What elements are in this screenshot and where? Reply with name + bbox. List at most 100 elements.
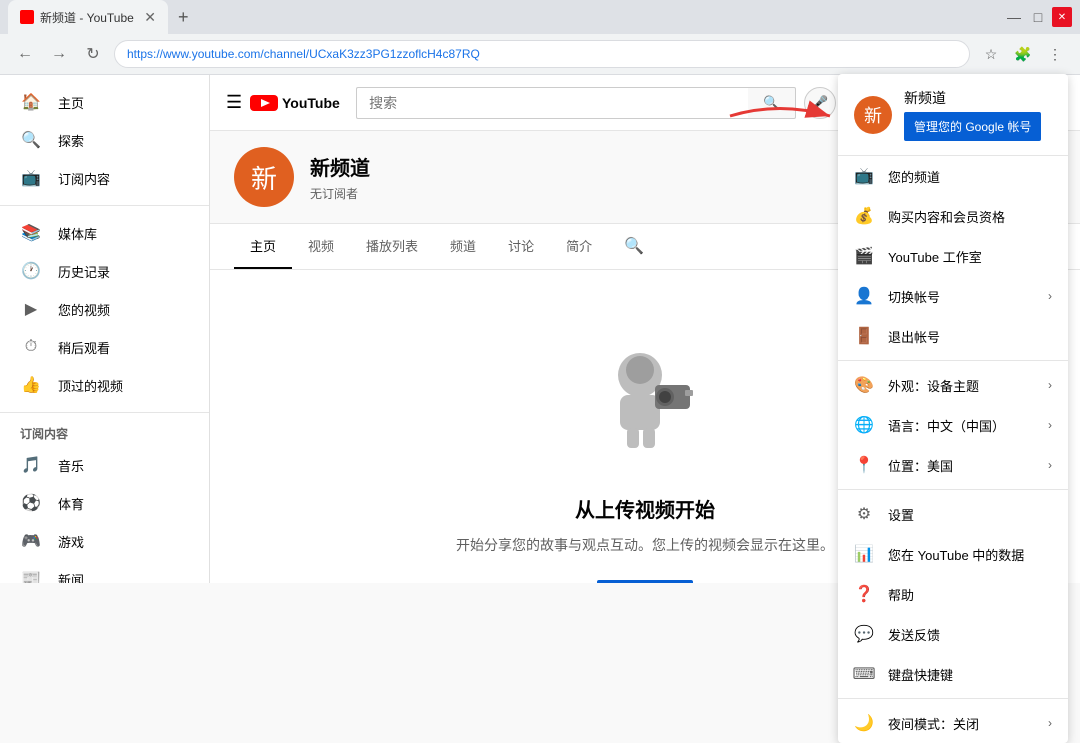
dropdown-item-label: 退出帐号 [888,327,940,346]
channel-tab-home[interactable]: 主页 [234,224,292,269]
sidebar-item-label: 体育 [58,494,84,513]
dropdown-item-purchases[interactable]: 💰 购买内容和会员资格 [838,196,1068,236]
dropdown-item-your-channel[interactable]: 📺 您的频道 [838,156,1068,196]
settings-icon[interactable]: ⋮ [1042,41,1068,67]
dropdown-item-data[interactable]: 📊 您在 YouTube 中的数据 [838,534,1068,574]
channel-name: 新频道 [310,152,370,181]
channel-tab-search[interactable]: 🔍 [608,224,660,269]
dropdown-item-keyboard[interactable]: ⌨ 键盘快捷键 [838,654,1068,694]
channel-icon: 📺 [854,166,874,186]
search-button[interactable]: 🔍 [748,87,796,119]
dropdown-item-settings[interactable]: ⚙ 设置 [838,494,1068,534]
active-tab[interactable]: 新频道 - YouTube ✕ [8,0,168,34]
dropdown-item-switch-account[interactable]: 👤 切换帐号 › [838,276,1068,316]
search-icon: 🔍 [763,95,780,111]
history-icon: 🕐 [20,260,42,282]
news-icon: 📰 [20,568,42,583]
menu-icon[interactable]: ☰ [226,92,242,113]
svg-text:YouTube: YouTube [282,95,340,111]
address-bar[interactable]: https://www.youtube.com/channel/UCxaK3zz… [114,40,970,68]
dropdown-item-language[interactable]: 🌐 语言：中文（中国） › [838,405,1068,445]
dropdown-item-label: 设置 [888,505,914,524]
dropdown-channel-info: 新频道 管理您的 Google 帐号 [904,88,1041,141]
chevron-right-icon: › [1048,716,1052,730]
sidebar-item-music[interactable]: 🎵 音乐 [0,446,209,484]
refresh-button[interactable]: ↻ [80,41,106,67]
dropdown-item-help[interactable]: ❓ 帮助 [838,574,1068,614]
mic-button[interactable]: 🎤 [804,87,836,119]
new-tab-button[interactable]: + [172,7,195,28]
forward-button[interactable]: → [46,41,72,67]
dropdown-item-dark-mode[interactable]: 🌙 夜间模式：关闭 › [838,703,1068,743]
chevron-right-icon: › [1048,289,1052,303]
sidebar-item-label: 探索 [58,131,84,150]
channel-details: 新频道 无订阅者 [310,152,370,202]
dropdown-divider-2 [838,489,1068,490]
dropdown-item-sign-out[interactable]: 🚪 退出帐号 [838,316,1068,356]
dropdown-item-label: 购买内容和会员资格 [888,207,1005,226]
home-icon: 🏠 [20,91,42,113]
empty-state-description: 开始分享您的故事与观点互动。您上传的视频会显示在这里。 [456,535,834,556]
dropdown-item-label: 位置：美国 [888,456,953,475]
tab-bar: 新频道 - YouTube ✕ + — □ ✕ [0,0,1080,34]
switch-account-icon: 👤 [854,286,874,306]
purchases-icon: 💰 [854,206,874,226]
dropdown-channel-name: 新频道 [904,88,1041,108]
sidebar-item-gaming[interactable]: 🎮 游戏 [0,522,209,560]
dropdown-item-location[interactable]: 📍 位置：美国 › [838,445,1068,485]
back-button[interactable]: ← [12,41,38,67]
minimize-button[interactable]: — [1004,7,1024,27]
sidebar-item-label: 稍后观看 [58,338,110,357]
channel-tab-about[interactable]: 简介 [550,224,608,269]
dropdown-item-label: 夜间模式：关闭 [888,714,979,733]
maximize-button[interactable]: □ [1028,7,1048,27]
sidebar-item-liked[interactable]: 👍 顶过的视频 [0,366,209,404]
subscriptions-icon: 📺 [20,167,42,189]
browser-icons: ☆ 🧩 ⋮ [978,41,1068,67]
help-icon: ❓ [854,584,874,604]
sidebar-section-main: 🏠 主页 🔍 探索 📺 订阅内容 [0,83,209,206]
dropdown-avatar: 新 [854,96,892,134]
dropdown-item-appearance[interactable]: 🎨 外观：设备主题 › [838,365,1068,405]
channel-tab-playlists[interactable]: 播放列表 [350,224,434,269]
sidebar-item-subscriptions[interactable]: 📺 订阅内容 [0,159,209,197]
dropdown-item-label: 键盘快捷键 [888,665,953,684]
sidebar-item-library[interactable]: 📚 媒体库 [0,214,209,252]
bookmark-icon[interactable]: ☆ [978,41,1004,67]
data-icon: 📊 [854,544,874,564]
dropdown-item-label: 您在 YouTube 中的数据 [888,545,1024,564]
sidebar: 🏠 主页 🔍 探索 📺 订阅内容 📚 媒体库 🕐 历史记录 [0,75,210,583]
channel-tab-videos[interactable]: 视频 [292,224,350,269]
sidebar-item-sports[interactable]: ⚽ 体育 [0,484,209,522]
sidebar-item-news[interactable]: 📰 新闻 [0,560,209,583]
sidebar-item-your-videos[interactable]: ▶ 您的视频 [0,290,209,328]
dropdown-divider [838,360,1068,361]
dropdown-item-feedback[interactable]: 💬 发送反馈 [838,614,1068,654]
sidebar-item-history[interactable]: 🕐 历史记录 [0,252,209,290]
tab-close-button[interactable]: ✕ [144,9,156,26]
sidebar-item-label: 主页 [58,93,84,112]
youtube-logo: YouTube [250,93,340,113]
sidebar-item-home[interactable]: 🏠 主页 [0,83,209,121]
search-input[interactable] [356,87,748,119]
sidebar-item-explore[interactable]: 🔍 探索 [0,121,209,159]
sports-icon: ⚽ [20,492,42,514]
dropdown-item-label: 外观：设备主题 [888,376,979,395]
manage-google-account-button[interactable]: 管理您的 Google 帐号 [904,112,1041,141]
channel-avatar: 新 [234,147,294,207]
extension-icon[interactable]: 🧩 [1010,41,1036,67]
channel-tab-channels[interactable]: 频道 [434,224,492,269]
dropdown-header: 新 新频道 管理您的 Google 帐号 [838,74,1068,156]
sidebar-item-label: 音乐 [58,456,84,475]
sidebar-item-label: 游戏 [58,532,84,551]
url-text: https://www.youtube.com/channel/UCxaK3zz… [127,47,480,61]
library-icon: 📚 [20,222,42,244]
gaming-icon: 🎮 [20,530,42,552]
channel-info: 新 新频道 无订阅者 [234,147,370,207]
dropdown-item-studio[interactable]: 🎬 YouTube 工作室 [838,236,1068,276]
channel-tab-discussion[interactable]: 讨论 [492,224,550,269]
window-controls: — □ ✕ [1004,7,1072,27]
close-button[interactable]: ✕ [1052,7,1072,27]
sidebar-item-watch-later[interactable]: ⏱ 稍后观看 [0,328,209,366]
channel-avatar-letter: 新 [251,159,277,196]
